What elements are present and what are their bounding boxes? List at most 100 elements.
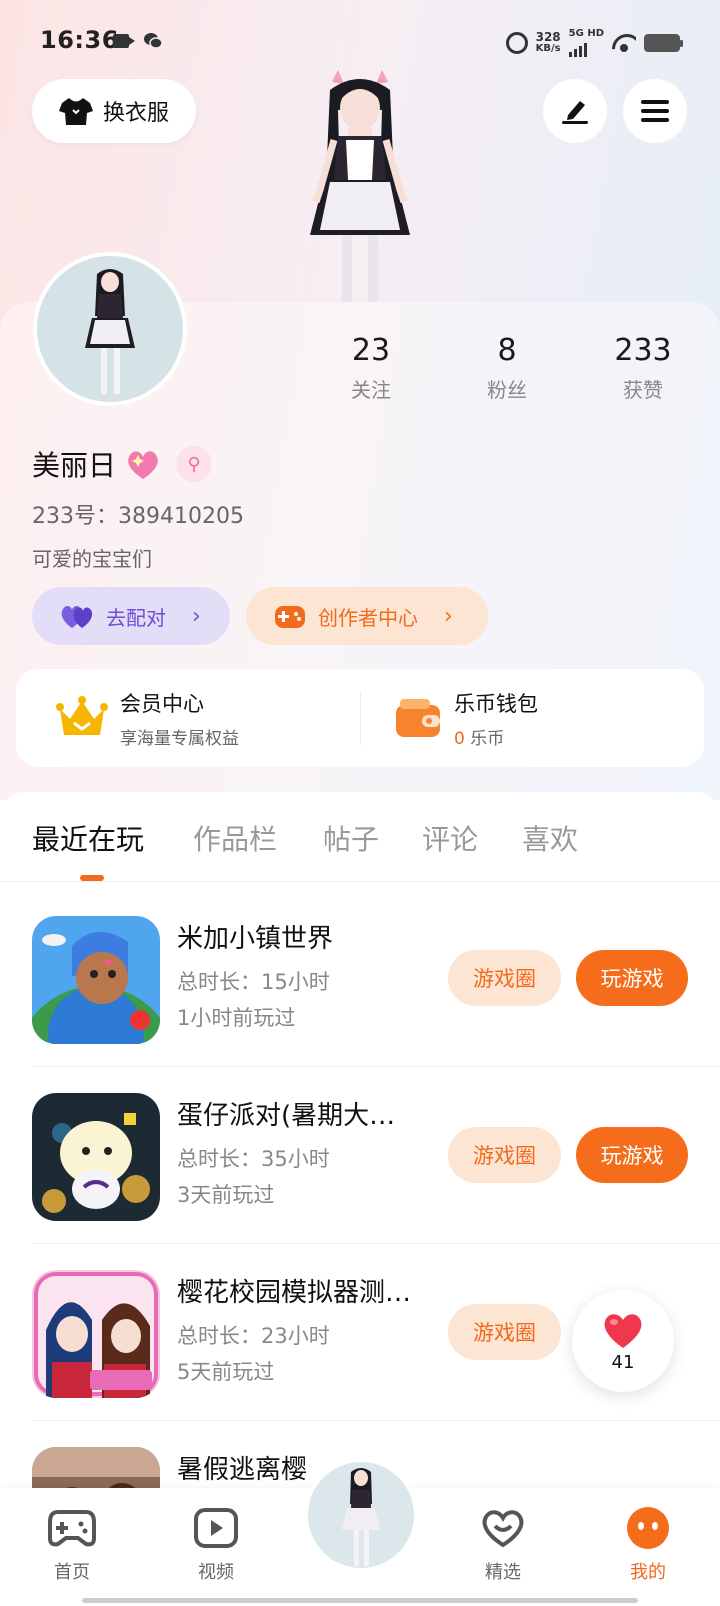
wallet-icon: [396, 699, 440, 737]
cellular-indicator: 5G HD: [568, 28, 604, 57]
wardrobe-label: 换衣服: [102, 101, 169, 126]
nav-mine-label: 我的: [630, 1562, 666, 1583]
username: 美丽日: [32, 449, 117, 482]
chevron-right-icon: ›: [192, 603, 201, 629]
match-label: 去配对: [106, 605, 166, 630]
avatar[interactable]: [33, 252, 187, 406]
like-float-button[interactable]: 41: [572, 1290, 674, 1392]
match-button[interactable]: 去配对 ›: [32, 587, 230, 645]
nav-video[interactable]: 视频: [166, 1506, 266, 1584]
stat-label: 粉丝: [487, 378, 527, 402]
game-total-duration: 总时长：23小时: [177, 1324, 330, 1348]
edit-profile-button[interactable]: [543, 79, 607, 143]
wallet-amount: 0: [454, 728, 465, 749]
heart-outline-icon: [482, 1510, 524, 1548]
game-icon-miga-town: [32, 916, 160, 1044]
tab-likes[interactable]: 喜欢: [522, 818, 578, 858]
avatar-figure-icon: [342, 1468, 380, 1566]
home-indicator[interactable]: [82, 1598, 638, 1603]
stat-label: 获赞: [623, 378, 663, 402]
video-recording-icon: [113, 34, 135, 48]
menu-button[interactable]: [623, 79, 687, 143]
play-game-button[interactable]: 玩游戏: [576, 1127, 688, 1183]
tab-posts[interactable]: 帖子: [323, 818, 379, 858]
pen-icon: [562, 101, 588, 124]
battery-icon: [644, 34, 683, 52]
profile-face-icon: [627, 1507, 669, 1549]
video-play-icon: [194, 1508, 238, 1548]
stat-value: 233: [614, 333, 672, 368]
nav-featured[interactable]: 精选: [453, 1506, 553, 1584]
gamepad-icon: [275, 606, 305, 628]
play-game-button[interactable]: 玩游戏: [576, 950, 688, 1006]
wallet-balance: 0 乐币: [454, 724, 538, 749]
tab-comments[interactable]: 评论: [422, 818, 478, 858]
tab-works[interactable]: 作品栏: [193, 818, 277, 858]
network-speed-unit: KB/s: [535, 43, 561, 54]
game-last-played: 5天前玩过: [177, 1360, 275, 1384]
game-title: 蛋仔派对(暑期大…: [177, 1101, 396, 1131]
wallet-title: 乐币钱包: [454, 691, 538, 716]
stat-label: 关注: [351, 378, 391, 402]
member-center-entry[interactable]: 会员中心 享海量专属权益: [56, 669, 239, 767]
stat-followers[interactable]: 8 粉丝: [452, 333, 562, 403]
game-circle-button[interactable]: 游戏圈: [448, 950, 561, 1006]
status-time: 16:36: [40, 26, 119, 54]
alarm-icon: [505, 32, 528, 54]
avatar-figure-icon: [85, 269, 135, 394]
game-circle-button[interactable]: 游戏圈: [448, 1304, 561, 1360]
game-last-played: 3天前玩过: [177, 1183, 275, 1207]
user-bio: 可爱的宝宝们: [32, 547, 152, 571]
signal-bars-icon: [568, 41, 587, 57]
wechat-icon: [144, 33, 163, 49]
stat-value: 8: [497, 333, 517, 368]
hamburger-menu-icon: [641, 100, 669, 122]
stat-following[interactable]: 23 关注: [316, 333, 426, 403]
member-center-subtitle: 享海量专属权益: [120, 728, 239, 749]
nav-home[interactable]: 首页: [22, 1506, 122, 1584]
network-type-label: 5G HD: [568, 28, 604, 39]
stat-value: 23: [351, 333, 391, 368]
sparkling-heart-icon: [128, 451, 158, 479]
game-circle-button[interactable]: 游戏圈: [448, 1127, 561, 1183]
username-row: 美丽日 ⚲: [32, 444, 213, 484]
wifi-icon: [612, 34, 636, 52]
status-right-group: 328 KB/s 5G HD: [505, 28, 683, 58]
chevron-right-icon: ›: [444, 603, 453, 629]
shirt-icon: [58, 98, 93, 125]
game-total-duration: 总时长：15小时: [177, 970, 330, 994]
tab-recently-played[interactable]: 最近在玩: [32, 818, 144, 858]
game-total-duration: 总时长：35小时: [177, 1147, 330, 1171]
card-divider: [360, 691, 361, 745]
network-speed: 328 KB/s: [536, 31, 561, 55]
wallet-entry[interactable]: 乐币钱包 0 乐币: [394, 669, 538, 767]
member-center-title: 会员中心: [120, 691, 204, 716]
nav-home-label: 首页: [54, 1562, 90, 1583]
nav-center-avatar[interactable]: [304, 1458, 418, 1572]
crown-icon: [56, 696, 108, 735]
user-id[interactable]: 233号：389410205: [32, 498, 244, 530]
nav-featured-label: 精选: [485, 1562, 521, 1583]
avatar-character-illustration: [310, 70, 410, 302]
creator-center-button[interactable]: 创作者中心 ›: [246, 587, 488, 645]
list-item[interactable]: 米加小镇世界 总时长：15小时 1小时前玩过 游戏圈 玩游戏: [0, 890, 720, 1067]
stat-likes[interactable]: 233 获赞: [588, 333, 698, 403]
female-gender-icon: ⚲: [176, 446, 213, 482]
game-title: 樱花校园模拟器测…: [177, 1278, 412, 1308]
wallet-unit: 乐币: [470, 728, 505, 749]
heart-icon: [604, 1313, 642, 1348]
game-icon-eggy-party: [32, 1093, 160, 1221]
network-speed-value: 328: [535, 30, 561, 44]
game-title: 米加小镇世界: [177, 924, 334, 954]
like-count: 41: [611, 1351, 635, 1373]
member-wallet-card: 会员中心 享海量专属权益 乐币钱包 0 乐币: [16, 669, 704, 767]
wardrobe-button[interactable]: 换衣服: [32, 79, 196, 143]
nav-mine[interactable]: 我的: [598, 1506, 698, 1584]
game-icon-sakura-school: [32, 1270, 160, 1398]
list-item[interactable]: 蛋仔派对(暑期大… 总时长：35小时 3天前玩过 游戏圈 玩游戏: [0, 1067, 720, 1244]
game-last-played: 1小时前玩过: [177, 1006, 296, 1030]
nav-video-label: 视频: [198, 1562, 234, 1583]
tabs-divider: [0, 881, 720, 882]
gamepad-icon: [48, 1510, 96, 1547]
creator-center-label: 创作者中心: [318, 605, 418, 630]
